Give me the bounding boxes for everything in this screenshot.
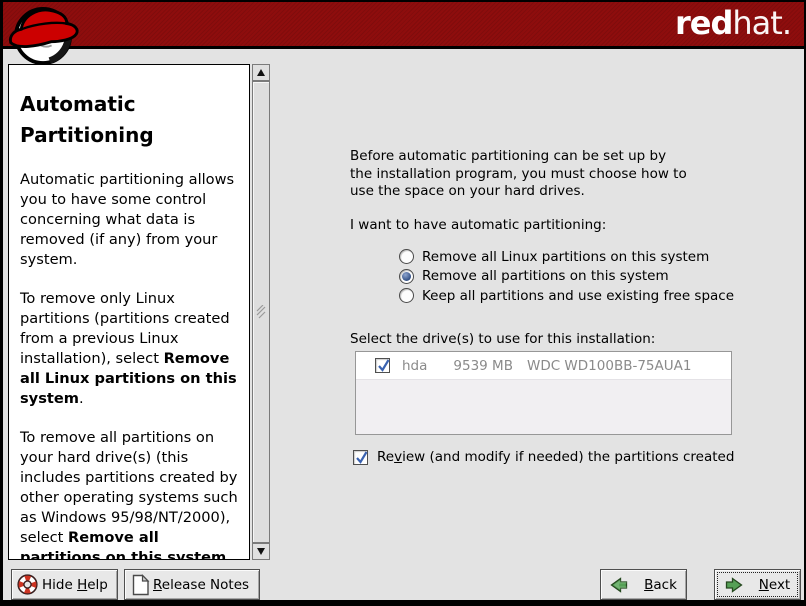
- review-label-pre: Re: [377, 449, 394, 465]
- review-checkbox[interactable]: [353, 450, 368, 465]
- radio-keep-all-partitions[interactable]: Keep all partitions and use existing fre…: [399, 286, 734, 306]
- redhat-shadowman-logo: [6, 3, 82, 67]
- drive-name: hda: [402, 358, 427, 374]
- radio-remove-linux-partitions[interactable]: Remove all Linux partitions on this syst…: [399, 247, 734, 267]
- scrollbar-thumb[interactable]: [252, 81, 270, 543]
- next-label: Next: [759, 577, 790, 593]
- help-paragraph-3-post: .: [226, 549, 231, 560]
- wordmark-red: red: [675, 4, 732, 42]
- radio-button[interactable]: [399, 249, 414, 264]
- hide-help-label: Hide Help: [42, 577, 108, 593]
- check-icon: [376, 357, 392, 373]
- drive-size: 9539 MB: [453, 358, 513, 374]
- hide-help-button[interactable]: Hide Help: [11, 569, 118, 600]
- help-paragraph-2-post: .: [79, 390, 84, 407]
- radio-remove-all-partitions[interactable]: Remove all partitions on this system: [399, 267, 734, 287]
- partitioning-prompt: I want to have automatic partitioning:: [350, 217, 606, 233]
- release-notes-button[interactable]: Release Notes: [124, 569, 260, 600]
- arrow-down-icon: [257, 548, 265, 555]
- lifebuoy-icon: [16, 573, 39, 596]
- drive-model: WDC WD100BB-75AUA1: [527, 358, 692, 374]
- next-arrow-icon: [725, 577, 743, 593]
- wordmark-hat: hat: [732, 4, 781, 42]
- installer-window: redhat. Automatic Partitioning Automatic…: [0, 0, 806, 606]
- thumb-grip-icon: [256, 305, 266, 319]
- radio-dot: [402, 272, 411, 281]
- review-partitions-option[interactable]: Review (and modify if needed) the partit…: [353, 449, 734, 465]
- radio-button[interactable]: [399, 288, 414, 303]
- help-title: Automatic Partitioning: [20, 89, 238, 151]
- redhat-wordmark: redhat.: [675, 4, 791, 42]
- arrow-up-icon: [257, 69, 265, 76]
- next-button[interactable]: Next: [714, 569, 801, 600]
- scroll-up-button[interactable]: [252, 64, 270, 81]
- review-label-post: iew (and modify if needed) the partition…: [402, 449, 734, 465]
- radio-button[interactable]: [399, 269, 414, 284]
- intro-text: Before automatic partitioning can be set…: [350, 148, 692, 201]
- help-scrollbar: [252, 64, 270, 560]
- review-label-mnemonic: v: [394, 449, 402, 465]
- back-arrow-icon: [610, 577, 628, 593]
- back-label: Back: [644, 577, 677, 593]
- drive-list: hda 9539 MB WDC WD100BB-75AUA1: [355, 351, 732, 435]
- release-notes-label: Release Notes: [153, 577, 249, 593]
- help-paragraph-1: Automatic partitioning allows you to hav…: [20, 170, 238, 270]
- drive-row-hda[interactable]: hda 9539 MB WDC WD100BB-75AUA1: [356, 352, 731, 380]
- partitioning-radio-group: Remove all Linux partitions on this syst…: [399, 247, 734, 306]
- help-paragraph-3: To remove all partitions on your hard dr…: [20, 428, 238, 560]
- scroll-down-button[interactable]: [252, 543, 270, 560]
- help-panel: Automatic Partitioning Automatic partiti…: [8, 64, 250, 560]
- help-paragraph-2: To remove only Linux partitions (partiti…: [20, 289, 238, 409]
- radio-label: Remove all Linux partitions on this syst…: [422, 249, 709, 265]
- radio-label: Remove all partitions on this system: [422, 268, 669, 284]
- help-paragraph-1-text: Automatic partitioning allows you to hav…: [20, 171, 234, 268]
- review-label: Review (and modify if needed) the partit…: [377, 449, 734, 465]
- back-button[interactable]: Back: [600, 569, 687, 600]
- document-icon: [131, 574, 150, 596]
- drives-label: Select the drive(s) to use for this inst…: [350, 331, 655, 347]
- radio-label: Keep all partitions and use existing fre…: [422, 288, 734, 304]
- drive-checkbox[interactable]: [375, 358, 390, 373]
- wordmark-dot: .: [782, 4, 791, 42]
- check-icon: [354, 449, 370, 465]
